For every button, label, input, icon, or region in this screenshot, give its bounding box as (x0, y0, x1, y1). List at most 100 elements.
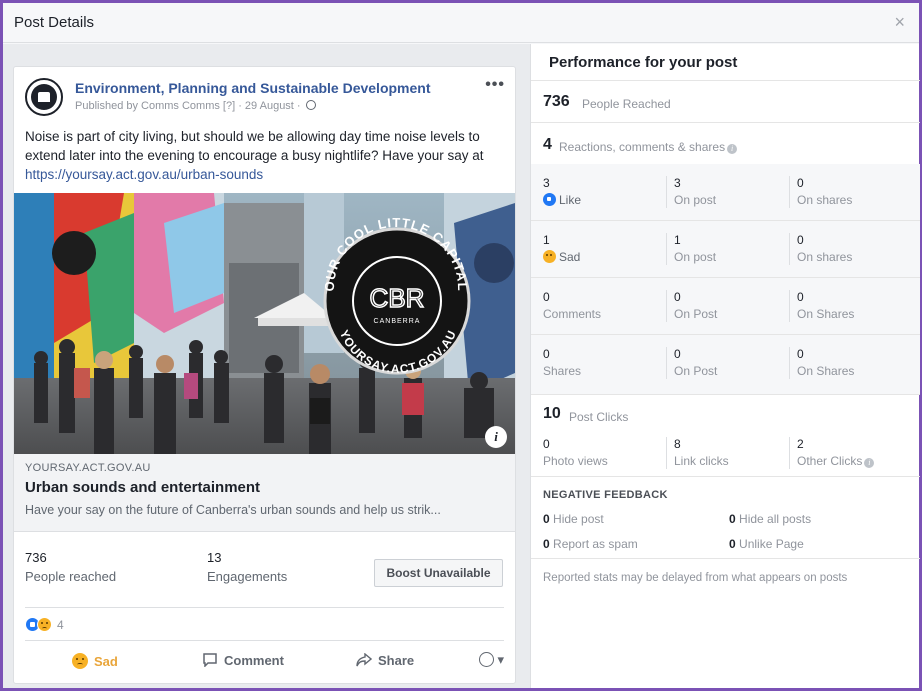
like-row: 3 Like 3 On post 0 On shares (531, 164, 920, 221)
close-icon[interactable]: × (894, 12, 905, 33)
other-clicks-label-wrap: Other Clicks i (797, 454, 875, 468)
like-on-post-count: 3 (674, 176, 681, 190)
column-divider (789, 233, 790, 265)
reactions-comments-shares-total: 4 (543, 136, 552, 153)
performance-title: Performance for your post (549, 54, 738, 71)
like-cell: 3 Like (543, 176, 581, 207)
sad-reaction-button[interactable]: Sad (72, 653, 118, 669)
divider (531, 558, 920, 559)
comments-on-shares-cell: 0 On Shares (797, 290, 854, 321)
post-clicks-label: Post Clicks (569, 410, 629, 424)
comment-label: Comment (224, 653, 284, 668)
link-domain: YOURSAY.ACT.GOV.AU (25, 462, 151, 474)
shares-on-shares-cell: 0 On Shares (797, 347, 854, 378)
sad-row: 1 Sad 1 On post 0 On shares (531, 221, 920, 278)
engagements-count: 13 (207, 550, 222, 565)
column-divider (666, 176, 667, 208)
shares-on-post-count: 0 (674, 347, 681, 361)
rcs-label-text: Reactions, comments & shares (559, 140, 726, 154)
post-action-bar: Sad Comment Share ▾ (25, 647, 504, 677)
hide-post-stat: 0 Hide post (543, 512, 604, 526)
link-preview[interactable]: YOURSAY.ACT.GOV.AU Urban sounds and ente… (14, 454, 515, 532)
boost-button[interactable]: Boost Unavailable (374, 559, 503, 587)
post-text-body: Noise is part of city living, but should… (25, 129, 484, 163)
dialog-title: Post Details (14, 14, 95, 31)
audience-selector[interactable]: ▾ (478, 652, 504, 668)
other-clicks-count: 2 (797, 437, 804, 451)
comments-cell: 0 Comments (543, 290, 601, 321)
sad-stat-label: Sad (559, 250, 581, 264)
sad-on-shares-cell: 0 On shares (797, 233, 852, 264)
shares-label: Shares (543, 364, 582, 378)
reactions-count: 4 (57, 618, 64, 632)
comments-on-post-label: On Post (674, 307, 718, 321)
divider (531, 122, 920, 123)
people-reached-total: 736 (543, 93, 570, 110)
people-reached-total-label: People Reached (582, 97, 671, 111)
column-divider (666, 437, 667, 469)
sad-face-icon (72, 653, 88, 669)
street-event-photo: OUR COOL LITTLE CAPITAL YOURSAY.ACT.GOV.… (14, 193, 515, 454)
comments-on-post-cell: 0 On Post (674, 290, 717, 321)
page-avatar[interactable] (25, 78, 63, 116)
link-clicks-cell: 8 Link clicks (674, 437, 729, 468)
photo-views-count: 0 (543, 437, 550, 451)
share-icon (356, 653, 372, 667)
post-image[interactable]: OUR COOL LITTLE CAPITAL YOURSAY.ACT.GOV.… (14, 193, 515, 454)
hide-all-posts-label: Hide all posts (739, 512, 812, 526)
hide-all-posts-count: 0 (729, 512, 736, 526)
comments-on-shares-count: 0 (797, 290, 804, 304)
shares-on-post-cell: 0 On Post (674, 347, 717, 378)
chevron-down-icon: ▾ (497, 652, 504, 667)
shares-cell: 0 Shares (543, 347, 581, 378)
post-card: Environment, Planning and Sustainable De… (13, 66, 516, 684)
post-text: Noise is part of city living, but should… (25, 127, 509, 184)
link-clicks-count: 8 (674, 437, 681, 451)
shares-on-shares-label: On Shares (797, 364, 855, 378)
link-description: Have your say on the future of Canberra'… (25, 503, 441, 517)
people-reached-count: 736 (25, 550, 47, 565)
photo-views-label: Photo views (543, 454, 608, 468)
report-spam-label: Report as spam (553, 537, 638, 551)
hide-post-label: Hide post (553, 512, 604, 526)
share-label: Share (378, 653, 415, 668)
info-icon[interactable]: i (864, 458, 875, 468)
svg-text:CANBERRA: CANBERRA (374, 318, 421, 325)
other-clicks-cell: 2 Other Clicks i (797, 437, 875, 468)
share-button[interactable]: Share (356, 653, 414, 668)
post-preview-panel: Environment, Planning and Sustainable De… (3, 44, 530, 688)
post-text-link[interactable]: https://yoursay.act.gov.au/urban-sounds (25, 167, 263, 182)
like-on-post-label: On post (674, 193, 717, 207)
people-reached-label: People reached (25, 569, 117, 584)
building-icon (31, 84, 57, 110)
shares-on-shares-count: 0 (797, 347, 804, 361)
engagements-label: Engagements (207, 569, 288, 584)
comments-label: Comments (543, 307, 602, 321)
sad-on-post-label: On post (674, 250, 717, 264)
sad-on-post-cell: 1 On post (674, 233, 716, 264)
sad-count: 1 (543, 233, 550, 247)
stats-delay-note: Reported stats may be delayed from what … (543, 572, 848, 584)
sad-cell: 1 Sad (543, 233, 580, 264)
unlike-page-label: Unlike Page (739, 537, 804, 551)
column-divider (666, 233, 667, 265)
unlike-page-count: 0 (729, 537, 736, 551)
reactions-summary[interactable]: 4 (25, 607, 504, 641)
comments-row: 0 Comments 0 On Post 0 On Shares (531, 278, 920, 335)
comment-button[interactable]: Comment (202, 653, 284, 668)
sad-icon (543, 250, 556, 263)
other-clicks-label: Other Clicks (797, 454, 863, 468)
like-count: 3 (543, 176, 550, 190)
page-name-link[interactable]: Environment, Planning and Sustainable De… (75, 80, 431, 96)
comments-on-post-count: 0 (674, 290, 681, 304)
comment-icon (203, 653, 217, 667)
info-icon[interactable]: i (485, 426, 507, 448)
more-options-icon[interactable]: ••• (485, 76, 505, 94)
like-on-shares-cell: 0 On shares (797, 176, 852, 207)
info-icon[interactable]: i (727, 144, 738, 154)
like-on-shares-count: 0 (797, 176, 804, 190)
sad-label: Sad (94, 654, 118, 669)
negative-feedback-title: NEGATIVE FEEDBACK (543, 489, 668, 501)
link-clicks-label: Link clicks (674, 454, 729, 468)
sad-reaction-icon (37, 617, 52, 632)
